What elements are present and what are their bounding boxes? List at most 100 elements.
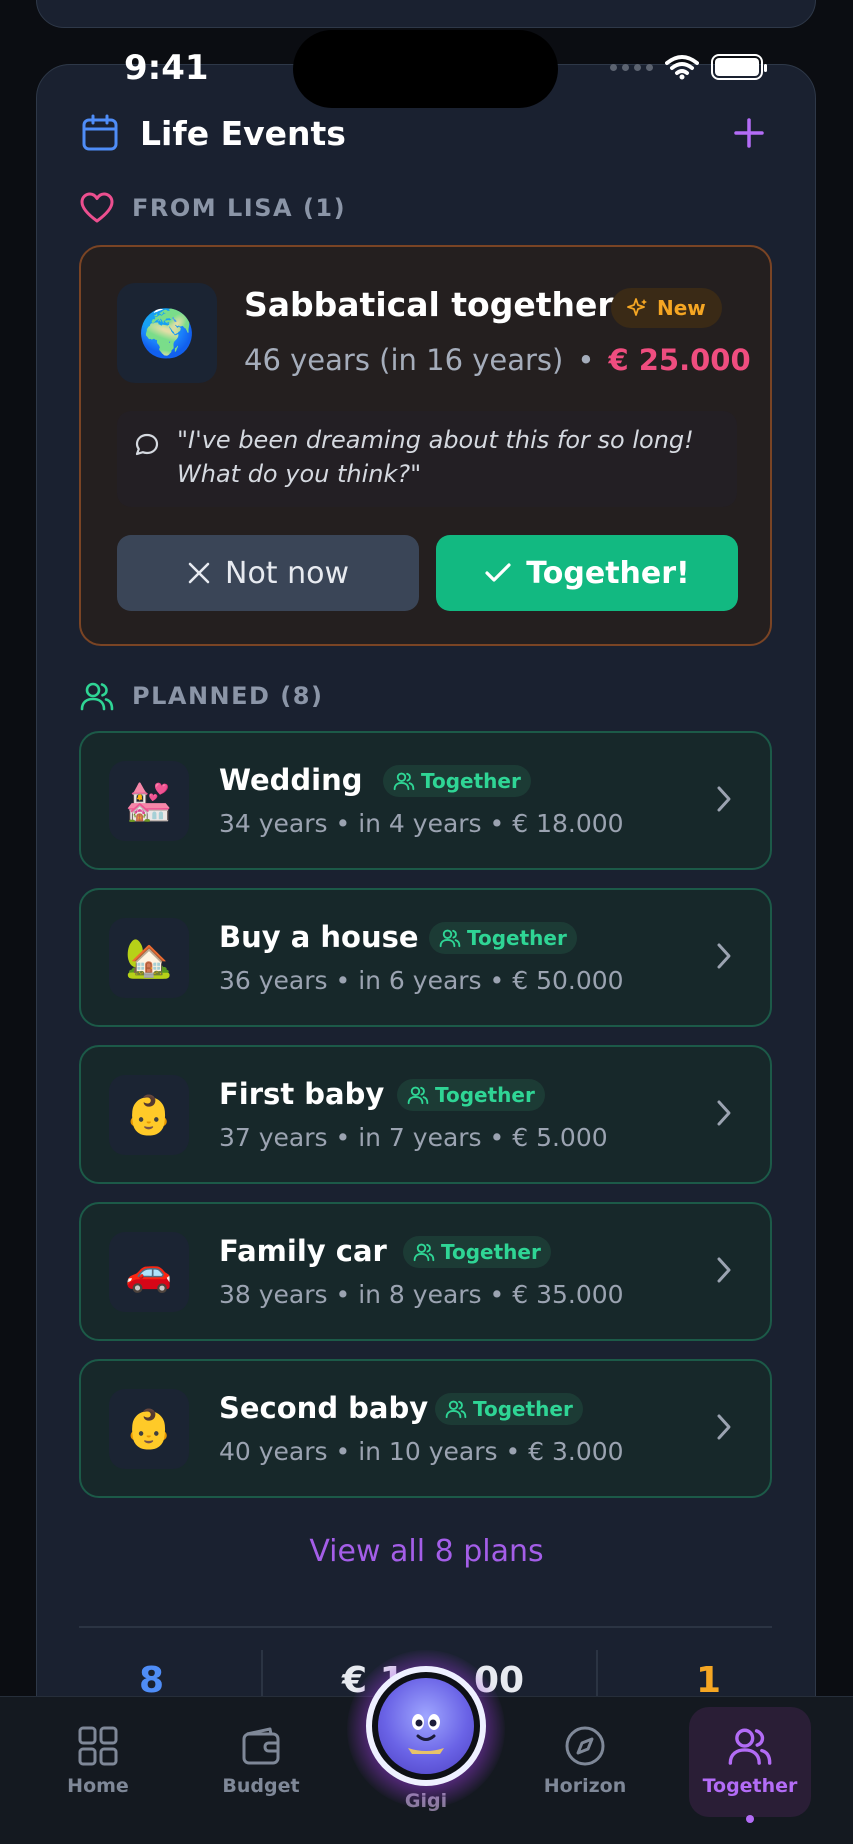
proposal-details: 46 years (in 16 years) • € 25.000 <box>244 343 751 377</box>
wifi-icon <box>665 55 699 80</box>
together-badge-label: Together <box>441 1240 541 1264</box>
from-partner-label: FROM LISA (1) <box>132 194 347 222</box>
together-badge: Together <box>403 1236 551 1268</box>
users-icon <box>728 1728 772 1765</box>
tab-horizon[interactable]: Horizon <box>520 1697 650 1844</box>
partner-proposal-card: 🌍 Sabbatical together New 46 years (in 1… <box>79 245 772 646</box>
accept-label: Together! <box>526 555 690 591</box>
chevron-right-icon <box>717 786 731 812</box>
chevron-right-icon <box>717 1100 731 1126</box>
plan-card-buy-a-house[interactable]: 🏡 Buy a house Together 36 years • in 6 y… <box>79 888 772 1027</box>
together-badge: Together <box>383 765 531 797</box>
dynamic-island <box>293 30 558 108</box>
car-icon: 🚗 <box>109 1232 189 1312</box>
tab-together-label: Together <box>702 1775 798 1797</box>
plan-details: 36 years • in 6 years • € 50.000 <box>219 966 624 995</box>
stat-divider <box>261 1650 263 1696</box>
together-badge: Together <box>435 1393 583 1425</box>
users-icon <box>393 772 415 791</box>
chevron-right-icon <box>717 943 731 969</box>
calendar-icon <box>82 114 118 151</box>
together-badge-label: Together <box>473 1397 573 1421</box>
partner-message: "I've been dreaming about this for so lo… <box>117 411 737 507</box>
gigi-label: Gigi <box>404 1790 448 1812</box>
active-tab-indicator <box>746 1815 754 1823</box>
genie-face-icon <box>408 1714 444 1754</box>
heart-icon <box>80 192 114 223</box>
message-text: "I've been dreaming about this for so lo… <box>177 423 727 491</box>
signal-icon <box>610 63 653 71</box>
tab-horizon-label: Horizon <box>543 1775 627 1797</box>
proposal-age: 46 years (in 16 years) <box>244 343 564 377</box>
plan-details: 37 years • in 7 years • € 5.000 <box>219 1123 608 1152</box>
pending-count-stat: 1 <box>696 1660 722 1701</box>
not-now-label: Not now <box>225 555 349 591</box>
new-badge: New <box>611 288 722 328</box>
plus-icon <box>734 118 764 148</box>
users-icon <box>413 1243 435 1262</box>
divider <box>79 1626 772 1628</box>
view-all-plans-link[interactable]: View all 8 plans <box>0 1534 853 1569</box>
from-partner-section-label: FROM LISA (1) <box>80 192 346 224</box>
together-badge: Together <box>429 922 577 954</box>
proposal-title: Sabbatical together <box>244 285 614 324</box>
new-badge-label: New <box>657 296 706 320</box>
planned-label: PLANNED (8) <box>132 682 324 710</box>
separator-dot: • <box>577 343 595 377</box>
stat-divider <box>596 1650 598 1696</box>
together-badge-label: Together <box>435 1083 535 1107</box>
tab-budget-label: Budget <box>222 1775 300 1797</box>
plan-card-wedding[interactable]: 💒 Wedding Together 34 years • in 4 years… <box>79 731 772 870</box>
plan-details: 34 years • in 4 years • € 18.000 <box>219 809 624 838</box>
add-event-button[interactable] <box>728 112 770 154</box>
together-badge-label: Together <box>421 769 521 793</box>
plan-details: 38 years • in 8 years • € 35.000 <box>219 1280 624 1309</box>
globe-icon: 🌍 <box>117 283 217 383</box>
tab-budget[interactable]: Budget <box>196 1697 326 1844</box>
battery-icon <box>711 54 767 80</box>
baby-icon: 👶 <box>109 1389 189 1469</box>
section-header: Life Events <box>80 112 770 154</box>
plan-details: 40 years • in 10 years • € 3.000 <box>219 1437 624 1466</box>
plan-title: Buy a house <box>219 920 419 954</box>
close-icon <box>188 562 210 584</box>
together-badge-label: Together <box>467 926 567 950</box>
users-icon <box>407 1086 429 1105</box>
message-line-1: "I've been dreaming about this for so lo… <box>177 426 694 454</box>
tab-home[interactable]: Home <box>33 1697 163 1844</box>
message-line-2: What do you think?" <box>177 460 422 488</box>
grid-icon <box>78 1726 118 1766</box>
wallet-icon <box>242 1727 280 1765</box>
wedding-chapel-icon: 💒 <box>109 761 189 841</box>
planned-count-stat: 8 <box>139 1660 165 1701</box>
planned-section-label: PLANNED (8) <box>80 680 323 712</box>
chevron-right-icon <box>717 1414 731 1440</box>
plan-title: Family car <box>219 1234 387 1268</box>
plan-card-first-baby[interactable]: 👶 First baby Together 37 years • in 7 ye… <box>79 1045 772 1184</box>
status-time: 9:41 <box>124 48 209 88</box>
plan-title: Wedding <box>219 763 363 797</box>
tab-home-label: Home <box>67 1775 129 1797</box>
previous-card-edge <box>36 0 816 28</box>
plan-card-second-baby[interactable]: 👶 Second baby Together 40 years • in 10 … <box>79 1359 772 1498</box>
compass-icon <box>565 1726 605 1766</box>
users-icon <box>445 1400 467 1419</box>
users-icon <box>439 929 461 948</box>
plan-card-family-car[interactable]: 🚗 Family car Together 38 years • in 8 ye… <box>79 1202 772 1341</box>
baby-icon: 👶 <box>109 1075 189 1155</box>
gigi-assistant-button[interactable] <box>366 1666 486 1786</box>
plan-title: First baby <box>219 1077 385 1111</box>
users-icon <box>80 682 114 711</box>
not-now-button[interactable]: Not now <box>117 535 419 611</box>
page-title: Life Events <box>140 113 346 153</box>
status-icons <box>610 54 767 80</box>
chevron-right-icon <box>717 1257 731 1283</box>
together-badge: Together <box>397 1079 545 1111</box>
sparkles-icon <box>627 298 647 316</box>
accept-together-button[interactable]: Together! <box>436 535 738 611</box>
proposal-amount: € 25.000 <box>608 343 751 377</box>
house-icon: 🏡 <box>109 918 189 998</box>
check-icon <box>485 563 511 582</box>
tab-together[interactable]: Together <box>689 1707 811 1817</box>
plan-title: Second baby <box>219 1391 429 1425</box>
